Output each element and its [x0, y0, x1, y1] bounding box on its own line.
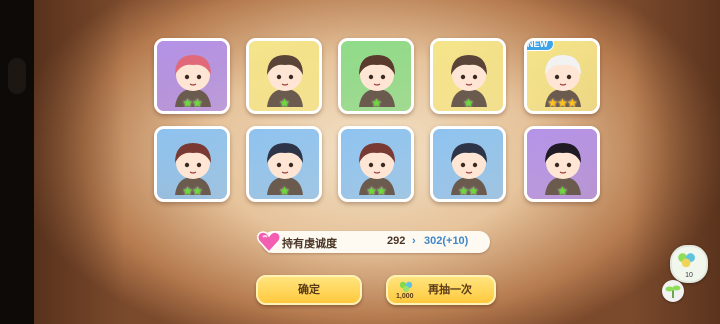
camera-notch [8, 58, 26, 94]
star-icon: ★ [192, 184, 203, 198]
star-icon: ★ [458, 184, 469, 198]
result-card[interactable]: NEW ★★★ [524, 38, 600, 114]
heart-gem-icon [256, 231, 282, 254]
star-icon: ★ [557, 184, 568, 198]
rarity-stars: ★★ [157, 185, 227, 197]
rarity-stars: ★ [527, 185, 597, 197]
star-icon: ★ [371, 96, 382, 110]
loyalty-bar: 持有虔诚度 292 › 302(+10) [256, 231, 490, 254]
result-card[interactable]: ★ [246, 126, 322, 202]
device-bezel [0, 0, 34, 324]
sprout-icon [665, 285, 681, 298]
result-card[interactable]: ★ [430, 38, 506, 114]
star-icon: ★ [279, 184, 290, 198]
rarity-stars: ★ [249, 97, 319, 109]
result-grid: ★★ ★ ★ ★ NEW ★★★ ★★ ★ ★★ ★★ ★ [154, 38, 600, 208]
confirm-button[interactable]: 确定 [256, 275, 362, 305]
result-card[interactable]: ★★ [430, 126, 506, 202]
result-card[interactable]: ★★ [338, 126, 414, 202]
result-card[interactable]: ★ [338, 38, 414, 114]
draw-cost: 1,000 [396, 293, 414, 300]
star-icon: ★ [182, 96, 193, 110]
draw-again-label: 再抽一次 [428, 284, 472, 296]
star-icon: ★ [192, 96, 203, 110]
result-card[interactable]: ★ [524, 126, 600, 202]
loyalty-label: 持有虔诚度 [282, 238, 337, 250]
loyalty-new-value: 302(+10) [424, 235, 469, 247]
star-icon: ★ [182, 184, 193, 198]
gacha-result-screen: ★★ ★ ★ ★ NEW ★★★ ★★ ★ ★★ ★★ ★ 持有虔诚度 292 › 302(+10)… [0, 0, 720, 324]
star-icon: ★ [547, 96, 558, 110]
spotlight-shadow-left [34, 0, 124, 324]
sprout-button[interactable] [662, 280, 684, 302]
result-card[interactable]: ★★ [154, 38, 230, 114]
star-icon: ★ [376, 184, 387, 198]
new-badge: NEW [527, 41, 554, 51]
result-card[interactable]: ★★ [154, 126, 230, 202]
clover-item-count: 10 [685, 272, 693, 279]
star-icon: ★ [557, 96, 568, 110]
rarity-stars: ★★ [341, 185, 411, 197]
result-card[interactable]: ★ [246, 38, 322, 114]
rarity-stars: ★ [433, 97, 503, 109]
rarity-stars: ★ [249, 185, 319, 197]
rarity-stars: ★★ [157, 97, 227, 109]
draw-again-button[interactable]: 1,000 再抽一次 [386, 275, 496, 305]
star-icon: ★ [463, 96, 474, 110]
star-icon: ★ [279, 96, 290, 110]
clover-item-button[interactable]: 10 [670, 245, 708, 283]
star-icon: ★ [468, 184, 479, 198]
rarity-stars: ★ [341, 97, 411, 109]
rarity-stars: ★★★ [527, 97, 597, 109]
loyalty-arrow: › [412, 235, 416, 247]
star-icon: ★ [566, 96, 578, 110]
rarity-stars: ★★ [433, 185, 503, 197]
clover-currency-icon [399, 281, 413, 293]
confirm-button-label: 确定 [298, 284, 320, 296]
loyalty-old-value: 292 [387, 235, 406, 247]
star-icon: ★ [366, 184, 377, 198]
